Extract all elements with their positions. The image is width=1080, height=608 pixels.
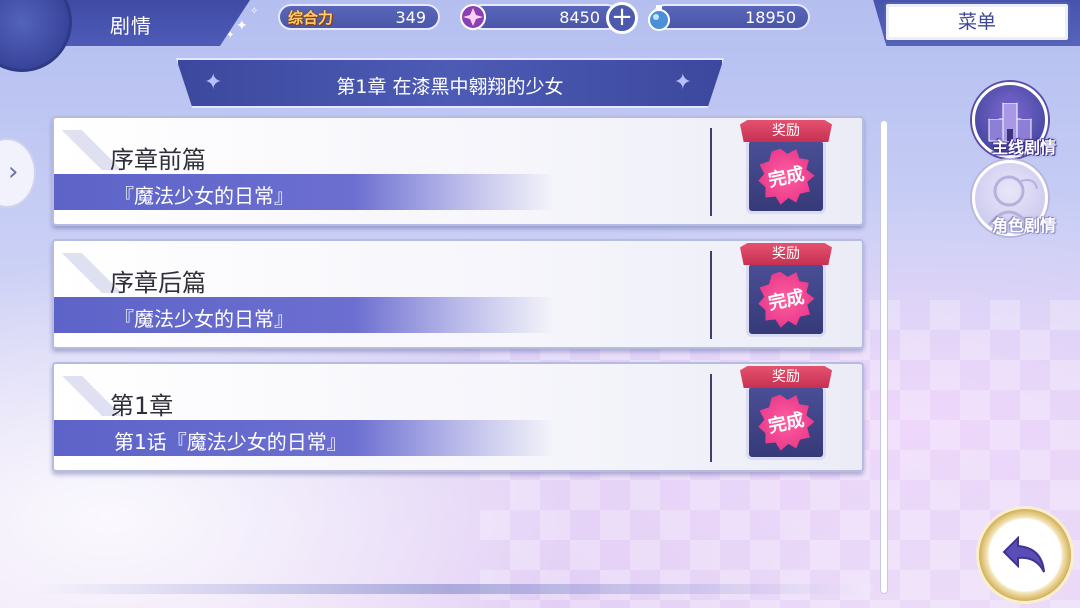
power-label: 综合力: [288, 9, 334, 27]
reward-label: 奖励: [740, 243, 832, 265]
back-button[interactable]: [976, 506, 1074, 604]
chapter-banner: ✦ 第1章 在漆黑中翱翔的少女 ✦: [176, 58, 724, 108]
story-title: 序章后篇: [110, 269, 206, 297]
star-icon: ✦: [673, 70, 692, 95]
sparkle-icon: ✦: [236, 18, 248, 34]
back-arrow-icon: [1002, 535, 1045, 573]
chapter-title: 第1章 在漆黑中翱翔的少女: [336, 76, 564, 98]
page-title: 剧情: [110, 14, 152, 38]
story-card[interactable]: 第1章 第1话『魔法少女的日常』 奖励 完成: [52, 362, 864, 472]
story-subtitle: 第1话『魔法少女的日常』: [114, 430, 347, 454]
story-subtitle: 『魔法少女的日常』: [114, 307, 294, 331]
tab-character-story[interactable]: 角色剧情: [968, 160, 1076, 240]
power-stat: 综合力 349: [278, 4, 440, 30]
story-card[interactable]: 序章前篇 『魔法少女的日常』 奖励 完成: [52, 116, 864, 226]
story-title: 第1章: [110, 392, 174, 420]
chevron-left-icon[interactable]: ›: [0, 138, 36, 208]
sparkle-icon: ✦: [226, 30, 235, 41]
tab-main-story-label: 主线剧情: [991, 138, 1056, 157]
gem-icon: [456, 0, 490, 34]
menu-button[interactable]: 菜单: [884, 2, 1070, 42]
sparkle-icon: ✧: [250, 6, 259, 17]
story-title: 序章前篇: [110, 146, 206, 174]
reward-label: 奖励: [740, 366, 832, 388]
gem-value: 8450: [559, 8, 600, 27]
card-divider: [710, 128, 712, 216]
gem-stat: 8450: [470, 4, 620, 30]
reward-label: 奖励: [740, 120, 832, 142]
list-bottom-edge: [26, 584, 874, 594]
potion-icon: [642, 0, 676, 34]
tab-main-story[interactable]: 主线剧情: [968, 82, 1076, 162]
scrollbar[interactable]: [880, 120, 888, 594]
power-value: 349: [395, 8, 426, 27]
story-subtitle: 『魔法少女的日常』: [114, 184, 294, 208]
emblem-icon: [0, 0, 72, 72]
add-gems-button[interactable]: +: [606, 2, 638, 34]
card-divider: [710, 374, 712, 462]
story-card[interactable]: 序章后篇 『魔法少女的日常』 奖励 完成: [52, 239, 864, 349]
tab-character-story-label: 角色剧情: [991, 216, 1056, 235]
potion-value: 18950: [745, 8, 796, 27]
card-divider: [710, 251, 712, 339]
